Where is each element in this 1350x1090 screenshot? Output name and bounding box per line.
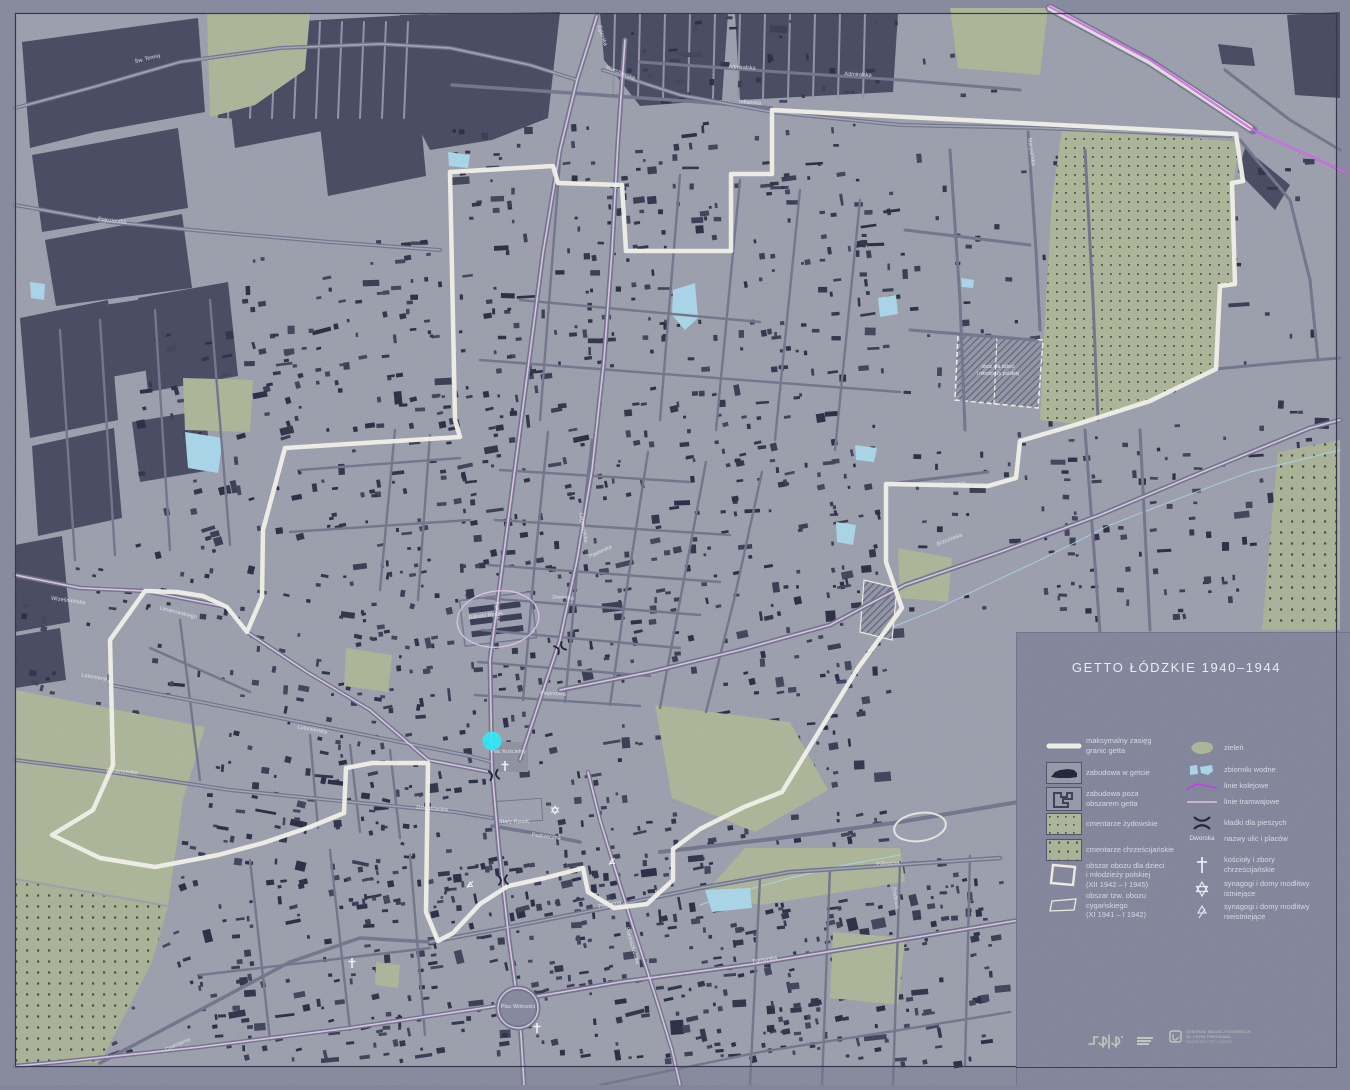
map-title: GETTO ŁÓDZKIE 1940–1944 bbox=[1071, 660, 1282, 675]
legend-panel: GETTO ŁÓDZKIE 1940–1944 maksymalny zasię… bbox=[1016, 632, 1350, 1085]
buildings-in-ghetto-icon bbox=[1042, 762, 1086, 784]
ghetto-boundary-icon bbox=[1042, 741, 1086, 751]
street-label: Stary Rynek bbox=[499, 819, 529, 825]
buildings-outside-icon bbox=[1042, 787, 1086, 811]
legend-item-label: maksymalny zasięg granic getta bbox=[1086, 736, 1152, 755]
green-icon bbox=[1180, 738, 1224, 758]
children-camp-label: i młodzieży polskiej bbox=[977, 371, 1020, 377]
click-marker bbox=[482, 731, 502, 751]
christian-cemetery-icon bbox=[1042, 839, 1086, 861]
street-label: Plac Kościelny bbox=[490, 749, 526, 755]
church-icon bbox=[1180, 855, 1224, 875]
children-camp-icon bbox=[1042, 860, 1086, 890]
street-label: Plac Wolności bbox=[501, 1004, 535, 1010]
jewish-cemetery-icon bbox=[1042, 813, 1086, 835]
water-icon bbox=[1180, 762, 1224, 778]
footbridge-icon bbox=[1180, 814, 1224, 832]
tram-icon bbox=[1180, 797, 1224, 807]
street-name-icon: Dworska bbox=[1189, 835, 1215, 843]
university-mark-icon bbox=[1169, 1030, 1182, 1043]
children-camp-label: obóz dla dzieci bbox=[981, 364, 1014, 370]
poster: Św. Teresy Pojezierska Zgierska Warszawska I… bbox=[0, 0, 1350, 1088]
left-logo bbox=[1086, 1030, 1153, 1052]
synagogue-existing-icon bbox=[1180, 880, 1224, 898]
synagogue-gone-icon bbox=[1180, 903, 1224, 921]
logo-line: UNIWERSYTET ŁÓDZKI bbox=[1186, 1040, 1232, 1045]
gypsy-camp-icon bbox=[1042, 892, 1086, 918]
railway-icon bbox=[1180, 780, 1224, 792]
right-logo: CENTRUM BADAŃ ŻYDOWSKICH IM. FILIPA FRIE… bbox=[1169, 1030, 1251, 1045]
street-label: Dworska bbox=[552, 594, 575, 601]
left-logo-glyphs-icon bbox=[1088, 1034, 1123, 1049]
